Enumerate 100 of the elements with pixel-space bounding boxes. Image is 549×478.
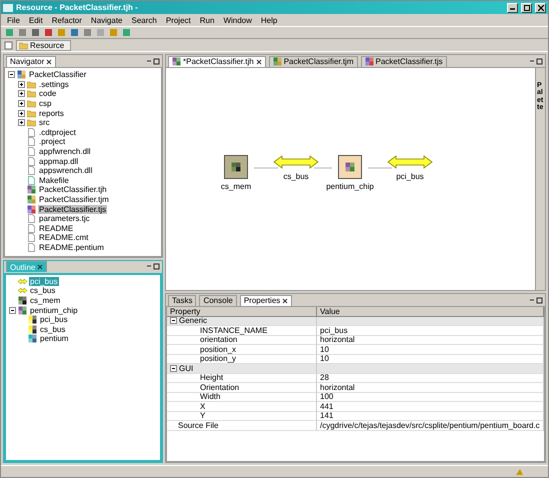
property-value[interactable]: 10 [317,345,544,355]
component-icon [345,162,355,172]
component-icon [231,162,241,172]
menu-item[interactable]: File [7,16,20,24]
editor-tab[interactable]: *PacketClassifier.tjh [168,56,266,66]
tree-item[interactable]: appswrench.dll [38,166,94,176]
view-tab[interactable]: Properties [240,294,292,306]
property-value[interactable]: horizontal [317,383,544,393]
minimize-maximize-icon[interactable] [529,296,543,304]
close-icon[interactable] [46,58,52,64]
tree-item[interactable]: PacketClassifier [28,70,88,80]
component-node[interactable] [224,155,248,179]
open-perspective-icon[interactable] [4,40,13,50]
tree-item[interactable]: PacketClassifier.tjm [38,195,110,204]
menu-item[interactable]: Window [223,16,252,24]
minimize-maximize-icon[interactable] [146,58,160,64]
tree-item[interactable]: pentium_chip [29,306,79,315]
tree-item[interactable]: README.cmt [38,233,90,242]
category-label: Generic [179,316,208,326]
close-icon[interactable] [37,264,44,270]
collapse-toggle[interactable] [9,306,16,314]
menu-item[interactable]: Navigate [90,16,122,24]
expand-toggle[interactable] [18,119,25,126]
double-arrow-icon [18,286,27,296]
menu-item[interactable]: Search [132,16,157,24]
tree-item[interactable]: .project [38,137,66,146]
node-label: pci_bus [396,172,424,181]
maximize-button[interactable] [521,2,532,12]
view-tab[interactable]: Tasks [168,294,196,306]
editor-tab[interactable]: PacketClassifier.tjm [268,56,358,66]
tree-item[interactable]: parameters.tjc [38,214,91,224]
tree-item[interactable]: .cdtproject [38,128,77,137]
tree-item[interactable]: src [38,118,51,128]
editor-tab[interactable]: PacketClassifier.tjs [360,56,447,66]
column-header[interactable]: Property [167,307,317,317]
close-icon[interactable] [256,58,262,64]
node-label: pentium_chip [326,182,374,191]
component-icon [28,315,37,324]
component-node[interactable] [338,155,362,179]
tree-item[interactable]: reports [38,108,65,118]
component-icon [27,204,36,214]
close-icon[interactable] [282,298,288,304]
component-icon [17,70,26,80]
component-icon [28,324,37,334]
expand-toggle[interactable] [18,80,25,88]
expand-toggle[interactable] [18,100,25,108]
minimize-button[interactable] [507,2,518,12]
view-tab[interactable]: Console [199,294,237,306]
tree-item[interactable]: Makefile [38,176,70,185]
component-icon [364,57,374,66]
node-label: cs_mem [220,182,252,191]
connector-line [314,166,332,170]
property-name: Orientation [167,383,317,393]
property-name: position_x [167,345,317,355]
property-name: Source File [167,421,317,431]
tree-item[interactable]: pentium [39,334,70,344]
component-icon [172,57,181,66]
component-icon [18,296,27,305]
property-value[interactable]: /cygdrive/c/tejas/tejasdev/src/csplite/pentium/pentium_board.c [317,421,544,431]
property-value[interactable]: 441 [317,402,544,412]
view-tab[interactable]: Navigator [6,56,56,66]
tree-item[interactable]: appmap.dll [38,156,80,166]
tree-item[interactable]: cs_bus [39,324,66,334]
collapse-toggle[interactable] [8,71,15,78]
minimize-maximize-icon[interactable] [146,263,160,270]
perspective-tab[interactable]: Resource [16,40,72,50]
expand-toggle[interactable] [18,110,25,117]
tree-item[interactable]: README [38,224,74,233]
component-icon [18,306,27,315]
tree-item[interactable]: code [38,89,58,98]
window-title: Resource - PacketClassifier.tjh - [16,3,139,12]
property-value[interactable]: pci_bus [317,326,544,336]
status-icon [515,467,524,476]
close-button[interactable] [535,2,546,12]
bus-arrow[interactable] [387,155,433,169]
expand-toggle[interactable] [18,90,25,98]
menu-item[interactable]: Help [260,16,278,24]
tree-item[interactable]: pci_bus [39,315,69,324]
tree-item[interactable]: .settings [38,80,70,89]
property-name: INSTANCE_NAME [167,326,317,336]
tree-item[interactable]: cs_bus [29,286,56,296]
column-header[interactable]: Value [317,307,544,317]
collapse-toggle[interactable] [170,364,177,372]
tree-item[interactable]: cs_mem [29,296,62,305]
tree-item[interactable]: PacketClassifier.tjs [38,204,108,214]
folder-icon [19,40,28,50]
component-icon [27,195,36,204]
menu-item[interactable]: Refactor [52,16,82,24]
minimize-maximize-icon[interactable] [529,58,543,64]
menu-item[interactable]: Edit [28,16,43,24]
bus-arrow[interactable] [273,155,319,169]
menu-item[interactable]: Project [166,16,191,24]
menu-item[interactable]: Run [200,16,214,24]
collapse-toggle[interactable] [170,317,177,324]
tree-item[interactable]: appfwrench.dll [38,147,92,156]
connector-line [254,166,278,170]
tree-item[interactable]: PacketClassifier.tjh [38,185,108,194]
tree-item[interactable]: README.pentium [38,242,105,252]
tree-item[interactable]: csp [38,99,52,108]
maximize-icon [524,4,530,10]
